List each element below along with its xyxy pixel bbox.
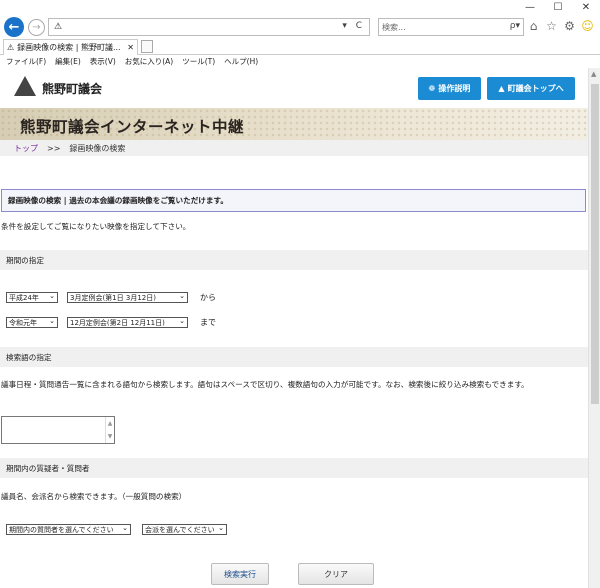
council-top-button[interactable]: ▲ 町議会トップへ [487, 77, 575, 100]
page-scrollbar[interactable]: ▲ [588, 68, 600, 588]
arrow-right-icon: → [32, 22, 41, 33]
intro-title: 録画映像の検索 | 過去の本会議の録画映像をご覧いただけます。 [1, 189, 586, 212]
chevron-down-icon: ⌄ [49, 292, 55, 300]
questioner-description: 議員名、会派名から検索できます。（一般質問の検索） [1, 492, 187, 501]
address-input[interactable]: ⚠ ▾ C [48, 18, 370, 36]
back-button[interactable]: ← [4, 17, 24, 37]
from-suffix: から [200, 293, 216, 302]
page-viewport: 熊野町議会 ❁ 操作説明 ▲ 町議会トップへ 熊野町議会インターネット中継 トッ… [0, 68, 588, 588]
chevron-down-icon: ⌄ [179, 292, 185, 300]
tab-strip: ⚠ 録画映像の検索 | 熊野町議... ✕ [0, 38, 600, 55]
textarea-scrollbar[interactable]: ▲ ▼ [105, 417, 114, 443]
banner-title: 熊野町議会インターネット中継 [20, 118, 245, 136]
minimize-button[interactable]: — [516, 0, 544, 14]
menu-help[interactable]: ヘルプ(H) [224, 56, 258, 67]
keyword-input[interactable]: ▲ ▼ [1, 416, 115, 444]
to-era-select[interactable]: 令和元年 ⌄ [6, 317, 58, 328]
home-icon[interactable]: ⌂ [527, 19, 540, 33]
scroll-thumb[interactable] [591, 84, 599, 404]
breadcrumb: トップ >> 録画映像の検索 [0, 140, 588, 156]
arrow-left-icon: ← [8, 19, 20, 35]
close-icon[interactable]: ✕ [127, 43, 134, 52]
warning-icon: ⚠ [54, 22, 63, 32]
menu-bar: ファイル(F) 編集(E) 表示(V) お気に入り(A) ツール(T) ヘルプ(… [0, 55, 600, 68]
from-era-select[interactable]: 平成24年 ⌄ [6, 292, 58, 303]
browser-toolbar: ⌂ ☆ ⚙ ☺ [527, 19, 594, 33]
chevron-down-icon: ⌄ [122, 524, 128, 532]
menu-favorites[interactable]: お気に入り(A) [125, 56, 173, 67]
from-meeting-select[interactable]: 3月定例会(第1日 3月12日) ⌄ [67, 292, 188, 303]
smiley-icon[interactable]: ☺ [581, 19, 594, 33]
to-era-value: 令和元年 [9, 318, 37, 327]
logo-icon [14, 76, 36, 96]
questioner-value: 期間内の質問者を選んでください [9, 525, 114, 534]
keyword-heading: 検索語の指定 [0, 347, 588, 367]
forward-button[interactable]: → [28, 19, 45, 36]
star-icon[interactable]: ☆ [545, 19, 558, 33]
period-heading: 期間の指定 [0, 250, 588, 270]
search-icon[interactable]: ρ▾ [510, 21, 520, 31]
from-era-value: 平成24年 [9, 293, 39, 302]
breadcrumb-current: 録画映像の検索 [69, 143, 126, 153]
site-header: 熊野町議会 ❁ 操作説明 ▲ 町議会トップへ [0, 68, 588, 108]
menu-tools[interactable]: ツール(T) [182, 56, 215, 67]
from-meeting-value: 3月定例会(第1日 3月12日) [70, 293, 156, 302]
search-button[interactable]: 検索実行 [211, 563, 269, 585]
tab-active[interactable]: ⚠ 録画映像の検索 | 熊野町議... ✕ [3, 39, 138, 55]
to-meeting-value: 12月定例会(第2日 12月11日) [70, 318, 165, 327]
breadcrumb-separator: >> [47, 143, 61, 153]
faction-select[interactable]: 会派を選んでください ⌄ [142, 524, 227, 535]
logo-text[interactable]: 熊野町議会 [42, 80, 102, 97]
scroll-up-icon[interactable]: ▲ [591, 70, 596, 78]
gear-icon[interactable]: ⚙ [563, 19, 576, 33]
faction-value: 会派を選んでください [145, 525, 215, 534]
browser-search-placeholder: 検索... [382, 22, 406, 32]
new-tab-button[interactable] [141, 40, 153, 53]
banner: 熊野町議会インターネット中継 [0, 108, 588, 140]
logo-small-icon: ▲ [498, 84, 505, 93]
chevron-down-icon: ⌄ [218, 524, 224, 532]
gear-icon: ❁ [428, 84, 436, 93]
close-window-button[interactable]: ✕ [572, 0, 600, 14]
questioner-select[interactable]: 期間内の質問者を選んでください ⌄ [6, 524, 131, 535]
tab-label: 録画映像の検索 | 熊野町議... [17, 43, 121, 52]
to-suffix: まで [200, 318, 216, 327]
window-controls: — ☐ ✕ [516, 0, 600, 14]
questioner-heading: 期間内の質疑者・質問者 [0, 458, 588, 478]
intro-description: 条件を設定してご覧になりたい映像を指定して下さい。 [1, 222, 191, 231]
menu-file[interactable]: ファイル(F) [6, 56, 46, 67]
council-top-button-label: 町議会トップへ [507, 84, 564, 93]
keyword-description: 議事日程・質問通告一覧に含まれる語句から検索します。語句はスペースで区切り、複数… [1, 380, 529, 389]
guide-button-label: 操作説明 [438, 84, 471, 93]
chevron-down-icon: ⌄ [179, 317, 185, 325]
guide-button[interactable]: ❁ 操作説明 [418, 77, 481, 100]
address-bar-row: ← → ⚠ ▾ C 検索... ρ▾ ⌂ ☆ ⚙ ☺ [0, 14, 600, 38]
maximize-button[interactable]: ☐ [544, 0, 572, 14]
menu-view[interactable]: 表示(V) [90, 56, 116, 67]
breadcrumb-top-link[interactable]: トップ [14, 143, 38, 154]
to-meeting-select[interactable]: 12月定例会(第2日 12月11日) ⌄ [67, 317, 188, 328]
clear-button[interactable]: クリア [298, 563, 374, 585]
chevron-down-icon: ⌄ [49, 317, 55, 325]
browser-search-input[interactable]: 検索... ρ▾ [378, 18, 524, 36]
menu-edit[interactable]: 編集(E) [55, 56, 81, 67]
address-tools[interactable]: ▾ C [342, 21, 365, 31]
warning-icon: ⚠ [7, 43, 15, 52]
